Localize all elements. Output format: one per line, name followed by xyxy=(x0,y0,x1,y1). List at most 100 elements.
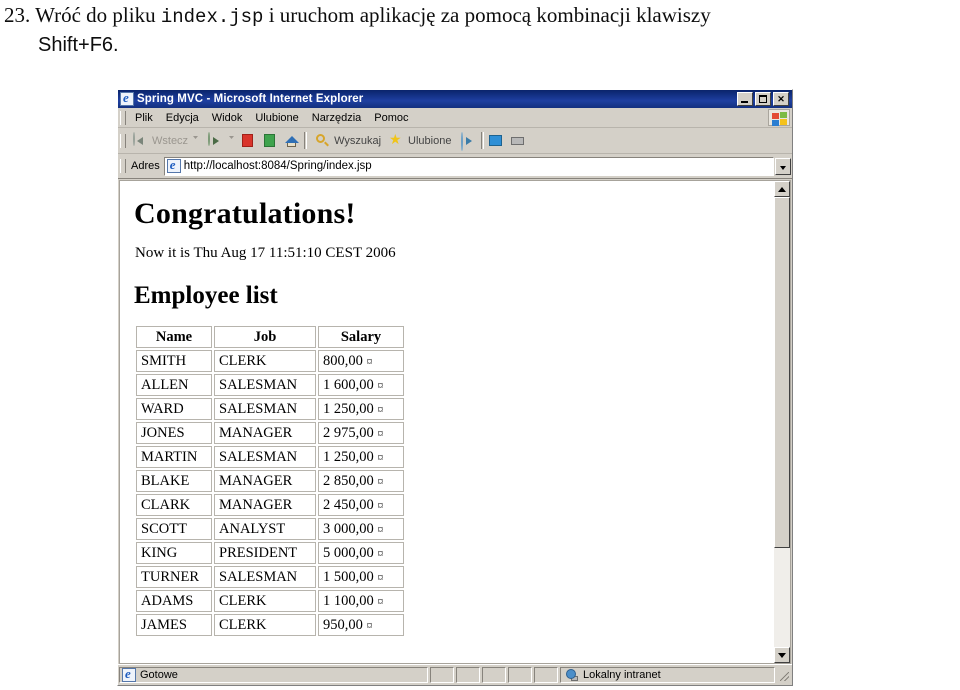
maximize-button[interactable] xyxy=(755,92,771,106)
salary-amount: 1 500,00 xyxy=(323,569,374,585)
menu-item-ulubione[interactable]: Ulubione xyxy=(249,111,305,125)
cell-name: JONES xyxy=(136,422,212,444)
salary-amount: 5 000,00 xyxy=(323,545,374,561)
menu-item-edycja[interactable]: Edycja xyxy=(160,111,206,125)
cell-salary: 1 100,00 ¤ xyxy=(318,590,404,612)
status-segment-1 xyxy=(430,667,454,683)
scrollbar-track[interactable] xyxy=(774,197,790,647)
cell-name: JAMES xyxy=(136,614,212,636)
cell-name: ADAMS xyxy=(136,590,212,612)
status-message: Gotowe xyxy=(140,669,178,681)
cell-job: SALESMAN xyxy=(214,374,316,396)
cell-name: SCOTT xyxy=(136,518,212,540)
window-controls: ✕ xyxy=(737,92,791,106)
stop-icon[interactable] xyxy=(240,133,256,149)
table-row: MARTIN SALESMAN 1 250,00 ¤ xyxy=(136,446,404,468)
cell-salary: 2 975,00 ¤ xyxy=(318,422,404,444)
cell-salary: 1 250,00 ¤ xyxy=(318,398,404,420)
cell-name: WARD xyxy=(136,398,212,420)
security-zone-panel[interactable]: Lokalny intranet xyxy=(560,667,775,683)
back-button[interactable]: Wstecz xyxy=(129,131,204,150)
toolbar-separator-2 xyxy=(481,132,485,149)
cell-salary: 2 850,00 ¤ xyxy=(318,470,404,492)
table-row: ALLEN SALESMAN 1 600,00 ¤ xyxy=(136,374,404,396)
status-message-panel: Gotowe xyxy=(119,666,428,683)
cell-name: KING xyxy=(136,542,212,564)
address-dropdown-chevron-icon[interactable] xyxy=(775,157,791,175)
instruction-text: 23. Wróć do pliku index.jsp i uruchom ap… xyxy=(0,0,960,59)
back-dropdown-chevron-icon[interactable] xyxy=(191,133,200,149)
currency-symbol-icon: ¤ xyxy=(366,618,373,632)
table-row: WARD SALESMAN 1 250,00 ¤ xyxy=(136,398,404,420)
menu-item-plik[interactable]: Plik xyxy=(129,111,160,125)
resize-grip[interactable] xyxy=(777,667,791,683)
currency-symbol-icon: ¤ xyxy=(377,570,384,584)
page-subheading: Employee list xyxy=(134,282,278,309)
cell-salary: 5 000,00 ¤ xyxy=(318,542,404,564)
scrollbar-thumb[interactable] xyxy=(774,197,790,548)
cell-job: CLERK xyxy=(214,614,316,636)
instruction-part2: i uruchom aplikację za pomocą kombinacji… xyxy=(263,3,711,27)
window-title: Spring MVC - Microsoft Internet Explorer xyxy=(137,93,364,105)
menu-item-widok[interactable]: Widok xyxy=(206,111,250,125)
address-drag-grip[interactable] xyxy=(120,159,126,173)
salary-amount: 2 450,00 xyxy=(323,497,374,513)
page-heading: Congratulations! xyxy=(134,197,356,230)
web-page-document: Congratulations! Now it is Thu Aug 17 11… xyxy=(119,180,774,664)
cell-job: SALESMAN xyxy=(214,566,316,588)
currency-symbol-icon: ¤ xyxy=(377,378,384,392)
currency-symbol-icon: ¤ xyxy=(377,498,384,512)
address-input[interactable]: http://localhost:8084/Spring/index.jsp xyxy=(163,156,774,176)
cell-job: CLERK xyxy=(214,350,316,372)
currency-symbol-icon: ¤ xyxy=(377,474,384,488)
favorites-star-icon xyxy=(389,131,405,149)
scroll-down-arrow-icon[interactable] xyxy=(774,647,790,663)
salary-amount: 950,00 xyxy=(323,617,363,633)
mail-icon[interactable] xyxy=(488,133,504,149)
browser-window: Spring MVC - Microsoft Internet Explorer… xyxy=(117,89,793,686)
salary-amount: 3 000,00 xyxy=(323,521,374,537)
currency-symbol-icon: ¤ xyxy=(366,354,373,368)
column-header-name: Name xyxy=(136,326,212,348)
navigation-toolbar: Wstecz Wyszukaj Ulubione xyxy=(118,128,792,154)
close-button[interactable]: ✕ xyxy=(773,92,789,106)
search-button[interactable]: Wyszukaj xyxy=(311,132,385,150)
cell-salary: 3 000,00 ¤ xyxy=(318,518,404,540)
menu-item-narzedzia[interactable]: Narzędzia xyxy=(306,111,369,125)
favorites-button-label: Ulubione xyxy=(408,134,452,147)
address-label: Adres xyxy=(131,160,160,172)
cell-salary: 800,00 ¤ xyxy=(318,350,404,372)
back-arrow-icon xyxy=(133,131,149,149)
cell-name: ALLEN xyxy=(136,374,212,396)
scroll-up-arrow-icon[interactable] xyxy=(774,181,790,197)
favorites-button[interactable]: Ulubione xyxy=(385,131,455,150)
address-bar: Adres http://localhost:8084/Spring/index… xyxy=(118,154,792,179)
cell-salary: 1 250,00 ¤ xyxy=(318,446,404,468)
minimize-button[interactable] xyxy=(737,92,753,106)
instruction-code: index.jsp xyxy=(160,6,264,28)
cell-job: PRESIDENT xyxy=(214,542,316,564)
table-row: ADAMS CLERK 1 100,00 ¤ xyxy=(136,590,404,612)
currency-symbol-icon: ¤ xyxy=(377,402,384,416)
cell-job: MANAGER xyxy=(214,422,316,444)
windows-flag-icon[interactable] xyxy=(768,109,790,126)
vertical-scrollbar[interactable] xyxy=(774,180,791,664)
home-icon[interactable] xyxy=(284,133,300,149)
menu-drag-grip[interactable] xyxy=(120,110,126,125)
instruction-number: 23. xyxy=(4,3,31,27)
refresh-icon[interactable] xyxy=(262,133,278,149)
forward-dropdown-chevron-icon[interactable] xyxy=(227,133,236,149)
instruction-part1: Wróć do pliku xyxy=(35,3,161,27)
media-icon[interactable] xyxy=(461,131,477,151)
print-icon[interactable] xyxy=(510,133,526,149)
cell-job: MANAGER xyxy=(214,470,316,492)
content-area: Congratulations! Now it is Thu Aug 17 11… xyxy=(118,179,792,664)
title-bar[interactable]: Spring MVC - Microsoft Internet Explorer… xyxy=(118,90,792,108)
cell-name: CLARK xyxy=(136,494,212,516)
salary-amount: 2 850,00 xyxy=(323,473,374,489)
toolbar-separator-1 xyxy=(304,132,308,149)
forward-button[interactable] xyxy=(204,131,240,150)
toolbar-drag-grip[interactable] xyxy=(120,133,126,148)
menu-item-pomoc[interactable]: Pomoc xyxy=(368,111,415,125)
table-row: TURNER SALESMAN 1 500,00 ¤ xyxy=(136,566,404,588)
